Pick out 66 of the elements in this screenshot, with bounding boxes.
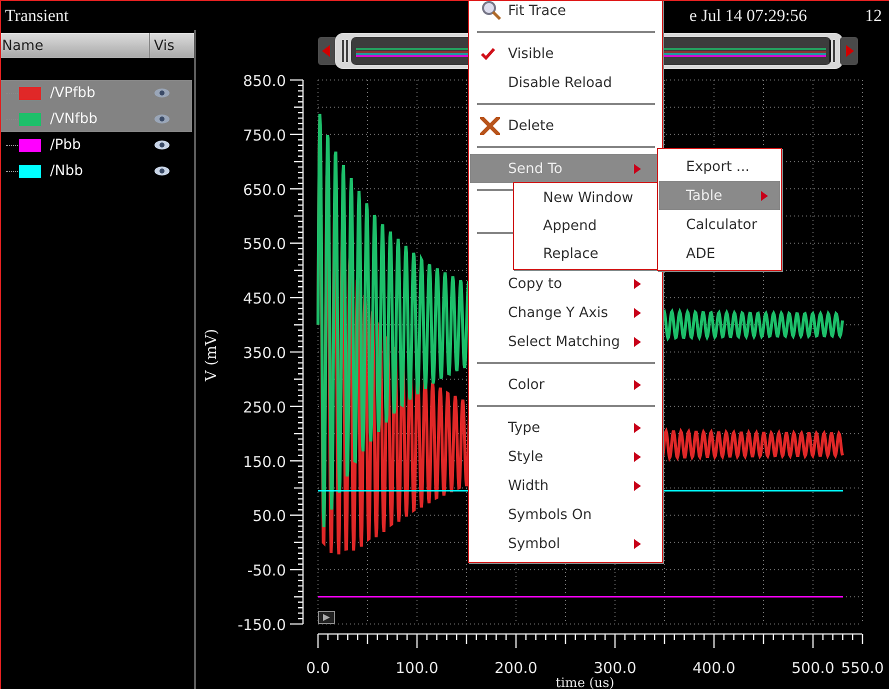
submenu-arrow-icon bbox=[634, 308, 641, 318]
submenu-arrow-icon bbox=[634, 380, 641, 390]
y-tick-label: 250.0 bbox=[243, 398, 286, 416]
y-tick-label: 550.0 bbox=[243, 235, 286, 254]
trace-name: /Nbb bbox=[50, 163, 84, 179]
window-title: Transient bbox=[5, 6, 69, 26]
x-tick-label: 500.0 bbox=[792, 659, 834, 677]
menu-item[interactable]: Delete bbox=[470, 111, 661, 140]
menu-item[interactable]: Disable Reload bbox=[470, 68, 661, 97]
y-tick-label: 850.0 bbox=[243, 72, 286, 90]
menu-item[interactable]: Select Matching bbox=[470, 327, 661, 356]
play-button[interactable] bbox=[318, 611, 335, 624]
date-text: e Jul 14 07:29:56 bbox=[689, 6, 807, 26]
menu-item[interactable]: New Window bbox=[515, 184, 659, 212]
x-tick-label: 0.0 bbox=[306, 659, 330, 677]
submenu-arrow-icon bbox=[634, 337, 641, 347]
corner-text: 12 bbox=[865, 6, 883, 26]
submenu-arrow-icon bbox=[634, 279, 641, 289]
menu-item[interactable]: Width bbox=[470, 471, 661, 500]
y-tick-label: -150.0 bbox=[238, 616, 286, 634]
submenu-arrow-icon bbox=[634, 164, 641, 174]
y-tick-label: 150.0 bbox=[243, 452, 286, 471]
menu-item[interactable]: Symbol bbox=[470, 529, 661, 558]
y-tick-label: -50.0 bbox=[247, 562, 286, 580]
y-tick-label: 50.0 bbox=[252, 507, 286, 526]
x-tick-label: 100.0 bbox=[396, 659, 438, 677]
trace-name: /Pbb bbox=[50, 137, 82, 153]
y-tick-label: 650.0 bbox=[243, 180, 286, 199]
menu-item[interactable]: Append bbox=[515, 212, 659, 240]
y-tick-label: 450.0 bbox=[243, 290, 286, 308]
menu-item[interactable]: Export ... bbox=[659, 152, 780, 181]
y-tick-label: 350.0 bbox=[243, 344, 286, 362]
eye-icon[interactable] bbox=[154, 166, 170, 176]
menu-item[interactable]: Color bbox=[470, 370, 661, 399]
trace-row[interactable]: /Nbb bbox=[1, 158, 192, 184]
x-tick-label: 300.0 bbox=[594, 659, 636, 677]
axis-label: V (mV) bbox=[202, 328, 220, 382]
trace-name: /VPfbb bbox=[50, 85, 96, 101]
menu-item[interactable]: Change Y Axis bbox=[470, 298, 661, 327]
magnifier-icon bbox=[480, 1, 504, 20]
axis-label: time (us) bbox=[556, 676, 614, 689]
menu-item[interactable]: ADE bbox=[659, 239, 780, 268]
submenu-arrow-icon bbox=[761, 191, 768, 201]
menu-item[interactable]: Symbols On bbox=[470, 500, 661, 529]
delete-icon bbox=[480, 116, 500, 134]
eye-icon[interactable] bbox=[154, 140, 170, 150]
y-tick-label: 750.0 bbox=[243, 126, 286, 144]
submenu-arrow-icon bbox=[634, 423, 641, 433]
menu-item[interactable]: Visible bbox=[470, 39, 661, 68]
column-header[interactable]: Name bbox=[1, 33, 150, 58]
check-icon bbox=[480, 46, 496, 60]
submenu-arrow-icon bbox=[634, 481, 641, 491]
menu-item[interactable]: Calculator bbox=[659, 210, 780, 239]
menu-item[interactable]: Style bbox=[470, 442, 661, 471]
trace-name: /VNfbb bbox=[50, 111, 98, 127]
menu-item[interactable]: Replace bbox=[515, 240, 659, 268]
menu-item[interactable]: Type bbox=[470, 413, 661, 442]
submenu-arrow-icon bbox=[634, 452, 641, 462]
menu-item[interactable]: Fit Trace bbox=[470, 1, 661, 25]
x-tick-label: 200.0 bbox=[494, 659, 538, 677]
trace-row[interactable]: /Pbb bbox=[1, 132, 192, 158]
menu-item[interactable]: Copy to bbox=[470, 269, 661, 298]
submenu-arrow-icon bbox=[634, 539, 641, 549]
column-header[interactable]: Vis bbox=[150, 33, 194, 58]
x-tick-label: 400.0 bbox=[692, 659, 736, 677]
x-tick-label: 550.0 bbox=[841, 659, 884, 677]
